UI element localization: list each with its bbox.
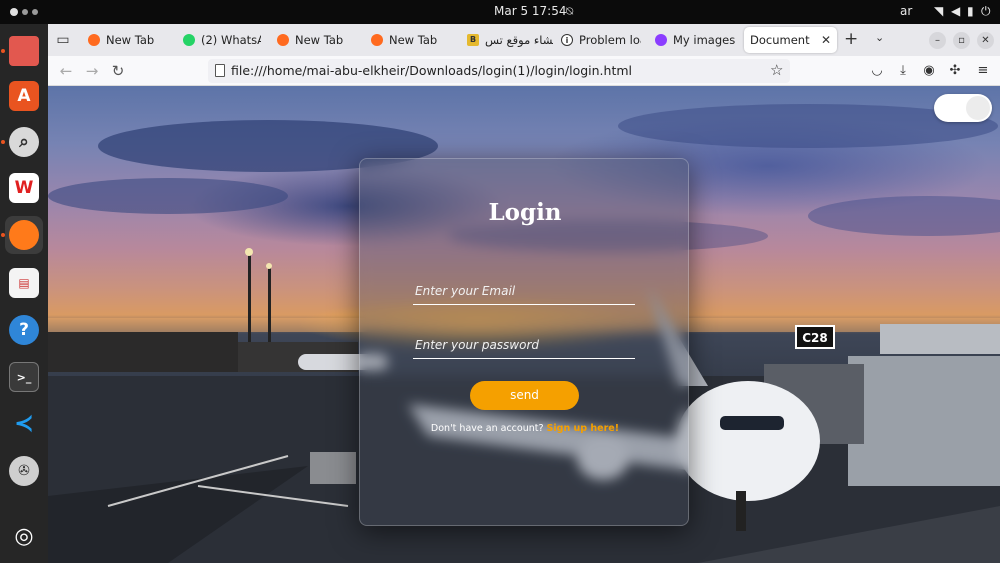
minimize-button[interactable]: – xyxy=(929,32,946,49)
app-center-icon: A xyxy=(9,81,39,111)
dock-media-tool[interactable]: ✇ xyxy=(5,452,43,490)
system-tray[interactable]: ◥ ◀ ▮ ⏻ xyxy=(934,4,996,20)
film-reel-icon: ✇ xyxy=(9,456,39,486)
signup-prompt-text: Don't have an account? xyxy=(430,423,544,434)
tab-problem-loading[interactable]: i Problem load xyxy=(561,27,641,53)
input-language[interactable]: ar xyxy=(900,4,912,18)
help-icon: ? xyxy=(9,315,39,345)
site-icon: B xyxy=(467,34,479,46)
send-button[interactable]: send xyxy=(470,381,579,410)
bookmark-star-icon[interactable]: ☆ xyxy=(770,61,783,79)
svg-text:C28: C28 xyxy=(802,331,828,345)
dock-show-apps[interactable]: ◎ xyxy=(5,517,43,555)
restore-button[interactable]: ▫ xyxy=(953,32,970,49)
firefox-window: ▭ New Tab (2) WhatsApp New Tab New Tab B… xyxy=(48,24,1000,563)
tab-arabic-site[interactable]: B إنشاء موقع تس xyxy=(467,27,553,53)
folder-icon xyxy=(9,36,39,66)
firefox-icon xyxy=(371,34,383,46)
terminal-icon: >_ xyxy=(9,362,39,392)
vscode-icon: ≺ xyxy=(13,409,35,437)
dock-image-viewer[interactable]: ⌕ xyxy=(5,123,43,161)
dock-files[interactable] xyxy=(5,32,43,70)
theme-toggle[interactable] xyxy=(934,94,992,122)
dock-wps-office[interactable]: W xyxy=(5,169,43,207)
pocket-icon[interactable]: ◡ xyxy=(868,62,886,80)
wifi-icon: ◥ xyxy=(934,4,944,18)
page-viewport: C28 Login Enter your Email Enter your pa… xyxy=(48,86,1000,563)
tab-my-images[interactable]: My images | L xyxy=(655,27,739,53)
firefox-icon xyxy=(88,34,100,46)
navigation-toolbar: ← → ↻ file:///home/mai-abu-elkheir/Downl… xyxy=(48,56,1000,86)
tab-new-tab-2[interactable]: New Tab xyxy=(277,27,363,53)
email-placeholder: Enter your Email xyxy=(415,284,516,298)
email-field[interactable]: Enter your Email xyxy=(413,279,635,305)
tab-overview-icon[interactable]: ▭ xyxy=(52,30,74,50)
activities-button[interactable] xyxy=(10,5,44,19)
whatsapp-icon xyxy=(183,34,195,46)
notifications-off-icon: ⍉ xyxy=(566,4,574,18)
tab-document[interactable]: Document ✕ xyxy=(744,27,837,53)
tab-whatsapp[interactable]: (2) WhatsApp xyxy=(183,27,261,53)
forward-icon[interactable]: → xyxy=(82,61,102,81)
signup-prompt: Don't have an account? Sign up here! xyxy=(360,423,690,434)
downloads-icon[interactable]: ⤓ xyxy=(894,62,912,80)
dock-document-viewer[interactable]: ▤ xyxy=(5,264,43,302)
menu-icon[interactable]: ≡ xyxy=(974,62,992,80)
close-window-button[interactable]: ✕ xyxy=(977,32,994,49)
reload-icon[interactable]: ↻ xyxy=(108,61,128,81)
tab-new-tab-3[interactable]: New Tab xyxy=(371,27,457,53)
document-icon: ▤ xyxy=(9,268,39,298)
system-top-bar: Mar 5 17:54 ⍉ ar ◥ ◀ ▮ ⏻ xyxy=(0,0,1000,24)
dock-firefox[interactable] xyxy=(5,216,43,254)
battery-icon: ▮ xyxy=(967,4,974,18)
url-text[interactable]: file:///home/mai-abu-elkheir/Downloads/l… xyxy=(231,63,632,78)
toggle-knob xyxy=(966,96,990,120)
ubuntu-icon: ◎ xyxy=(14,523,34,549)
firefox-icon xyxy=(277,34,289,46)
file-icon xyxy=(215,64,225,77)
list-all-tabs-icon[interactable]: ⌄ xyxy=(875,31,884,44)
dock-terminal[interactable]: >_ xyxy=(5,358,43,396)
signup-link[interactable]: Sign up here! xyxy=(547,423,620,434)
close-tab-icon[interactable]: ✕ xyxy=(821,33,831,47)
dock-help[interactable]: ? xyxy=(5,311,43,349)
wps-icon: W xyxy=(9,173,39,203)
volume-icon: ◀ xyxy=(951,4,961,18)
account-icon[interactable]: ◉ xyxy=(920,62,938,80)
login-title: Login xyxy=(488,199,562,226)
new-tab-button[interactable]: + xyxy=(844,29,858,49)
magnifier-icon: ⌕ xyxy=(9,127,39,157)
dock-vs-code[interactable]: ≺ xyxy=(5,404,43,442)
dock: A ⌕ W ▤ ? >_ ≺ ✇ ◎ xyxy=(0,24,48,563)
extensions-icon[interactable]: ✣ xyxy=(946,62,964,80)
images-icon xyxy=(655,34,667,46)
password-placeholder: Enter your password xyxy=(415,338,540,352)
power-icon: ⏻ xyxy=(981,4,991,18)
info-icon: i xyxy=(561,34,573,46)
back-icon[interactable]: ← xyxy=(56,61,76,81)
firefox-icon xyxy=(9,220,39,250)
clock[interactable]: Mar 5 17:54 xyxy=(494,4,567,18)
password-field[interactable]: Enter your password xyxy=(413,333,635,359)
tab-strip: ▭ New Tab (2) WhatsApp New Tab New Tab B… xyxy=(48,24,1000,56)
dock-app-center[interactable]: A xyxy=(5,77,43,115)
url-bar[interactable]: file:///home/mai-abu-elkheir/Downloads/l… xyxy=(208,59,790,83)
tab-new-tab-1[interactable]: New Tab xyxy=(88,27,176,53)
login-card: Login Enter your Email Enter your passwo… xyxy=(359,158,689,526)
